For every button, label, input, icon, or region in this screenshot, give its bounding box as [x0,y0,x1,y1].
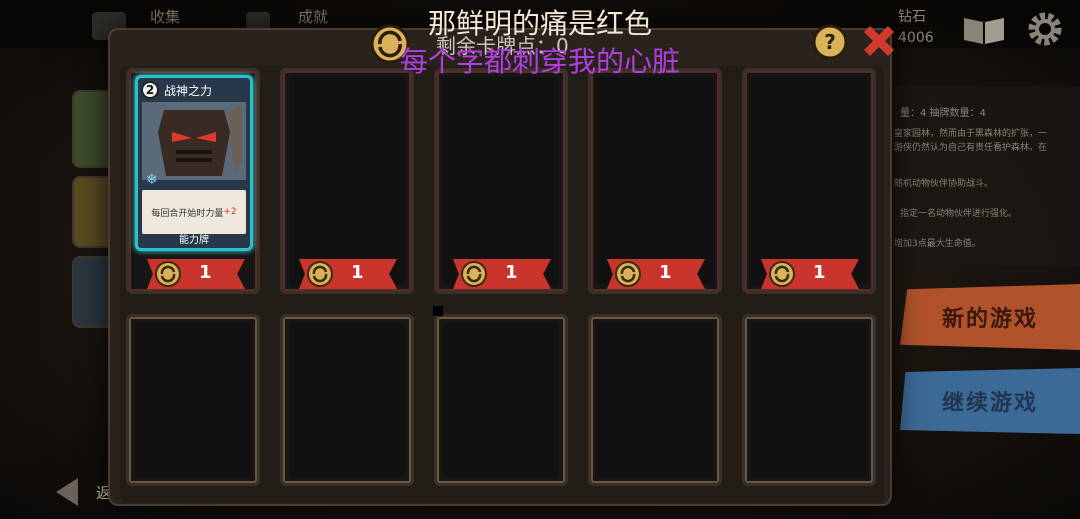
empty-card [751,323,867,477]
card-slot[interactable]: 1 [588,68,722,294]
card-points-icon [155,261,181,287]
new-game-button[interactable]: 新的游戏 [900,284,1080,350]
caption-line-2: 每个字都刺穿我的心脏 [399,45,680,78]
info-line: 增加3点最大生命值。 [894,239,981,249]
marker-dot [433,306,443,316]
card-title: 战神之力 [164,84,213,98]
empty-card [751,77,867,285]
frost-icon: ❄ [146,172,158,188]
cost-value: 1 [351,262,364,283]
card-description: 每回合开始时力量 +2 [142,190,246,234]
cost-tag: 1 [453,259,551,289]
info-line: 指定一名动物伙伴进行强化。 [900,209,1018,219]
card-slot[interactable] [126,314,260,486]
card-cost-badge: 2 [141,81,159,99]
info-line: 量：4 抽牌数量：4 [900,108,986,119]
empty-card [135,323,251,477]
cost-value: 1 [505,262,518,283]
card-points-icon [461,261,487,287]
empty-card [289,77,405,285]
card-desc-bonus: +2 [223,207,237,217]
card-points-icon [307,261,333,287]
card-points-icon [615,261,641,287]
info-line: 游侠仍然认为自己有责任看护森林。在 [894,143,1048,153]
card-slot[interactable]: 1 [742,68,876,294]
card-type: 能力牌 [179,235,209,246]
left-strip [0,48,40,468]
cost-tag: 1 [147,259,245,289]
empty-card [597,323,713,477]
empty-card [443,323,559,477]
cost-tag: 1 [299,259,397,289]
card-desc-text: 每回合开始时力量 [151,208,224,219]
card-slot[interactable] [742,314,876,486]
card-slot[interactable]: 2 战神之力 ❄ 每回合开始时力量 +2 能力牌 1 [126,68,260,294]
power-card[interactable]: 2 战神之力 ❄ 每回合开始时力量 +2 能力牌 [135,75,253,251]
empty-card [597,77,713,285]
card-slot[interactable] [280,314,414,486]
continue-game-button[interactable]: 继续游戏 [900,368,1080,434]
cost-value: 1 [659,262,672,283]
cost-value: 1 [199,262,212,283]
empty-card [289,323,405,477]
cost-tag: 1 [607,259,705,289]
card-points-icon [769,261,795,287]
cost-tag: 1 [761,259,859,289]
card-slot[interactable] [434,314,568,486]
cost-value: 1 [813,262,826,283]
caption-line-1: 那鲜明的痛是红色 [427,7,652,40]
warrior-mask-art [142,102,246,180]
deck-modal: 2 战神之力 ❄ 每回合开始时力量 +2 能力牌 1 1 1 1 1 [108,28,892,506]
card-slot[interactable]: 1 [434,68,568,294]
hero-info-panel: 量：4 抽牌数量：4 皇家园林，然而由于黑森林的扩张，一 游侠仍然认为自己有责任… [880,86,1080,266]
empty-card [443,77,559,285]
info-line: 皇家园林，然而由于黑森林的扩张，一 [894,129,1048,139]
info-line: 随机动物伙伴协助战斗。 [894,179,994,189]
card-slot[interactable] [588,314,722,486]
card-slot[interactable]: 1 [280,68,414,294]
